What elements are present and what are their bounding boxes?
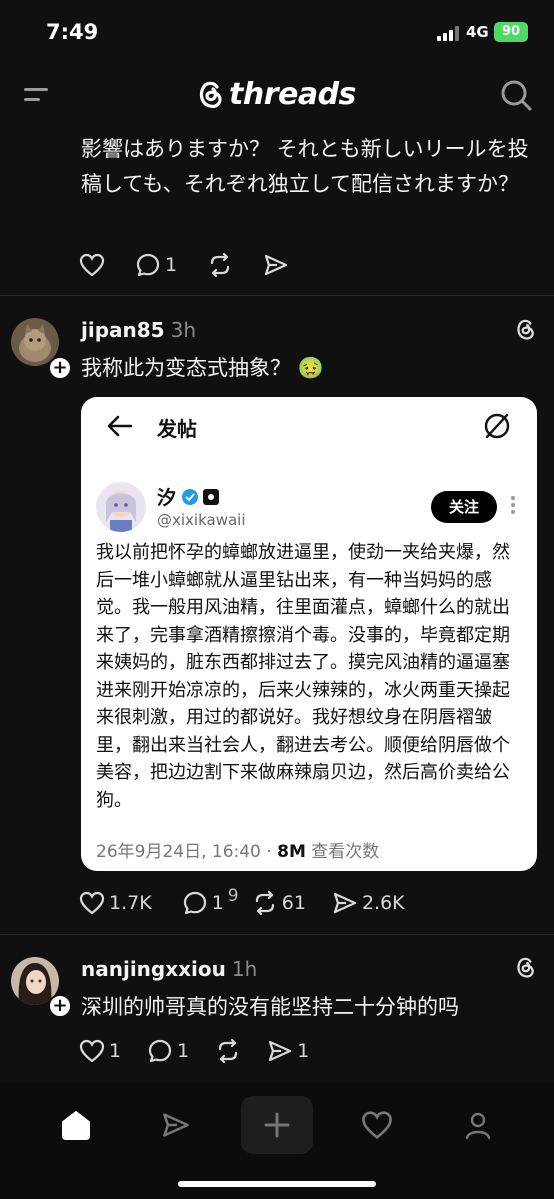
reply-count: 1 bbox=[177, 1040, 190, 1062]
tab-compose[interactable] bbox=[241, 1096, 313, 1154]
reply-button[interactable]: 1 bbox=[135, 252, 177, 278]
repost-icon bbox=[219, 1038, 238, 1064]
username[interactable]: jipan85 bbox=[81, 318, 165, 342]
divider bbox=[0, 295, 554, 296]
share-button[interactable]: 1 bbox=[267, 1038, 309, 1064]
post3-actions: 1 1 1 bbox=[79, 1038, 309, 1064]
tab-home[interactable] bbox=[54, 1103, 98, 1147]
home-indicator bbox=[178, 1181, 376, 1187]
post1-actions: 1 bbox=[79, 252, 319, 278]
embed-handle: @xixikawaii bbox=[157, 511, 246, 529]
comment-icon bbox=[136, 253, 160, 277]
top-bar: threads bbox=[0, 66, 554, 122]
heart-icon bbox=[79, 891, 105, 915]
embed-views-label: 查看次数 bbox=[311, 842, 380, 862]
share-button[interactable]: 2.6K bbox=[332, 890, 405, 916]
tab-profile[interactable] bbox=[456, 1103, 500, 1147]
like-count: 1.7K bbox=[109, 892, 152, 914]
post3-text: 深圳的帅哥真的没有能坚持二十分钟的吗 bbox=[81, 995, 459, 1019]
battery-level: 90 bbox=[501, 24, 521, 39]
post2-text: 我称此为变态式抽象？ 🤢 bbox=[81, 356, 324, 380]
comment-icon bbox=[183, 891, 206, 915]
like-button[interactable] bbox=[79, 253, 105, 277]
search-icon[interactable] bbox=[499, 78, 533, 112]
follow-plus-icon[interactable]: + bbox=[48, 356, 72, 380]
status-time: 7:49 bbox=[46, 20, 99, 44]
repost-button[interactable] bbox=[215, 1038, 241, 1064]
embed-meta: 26年9月24日, 16:40 · 8M 查看次数 bbox=[96, 842, 380, 862]
like-button[interactable]: 1.7K bbox=[79, 891, 152, 915]
heart-icon bbox=[79, 1039, 105, 1063]
heart-icon bbox=[79, 253, 105, 277]
repost-icon bbox=[255, 890, 274, 916]
share-count: 1 bbox=[297, 1040, 310, 1062]
profile-icon bbox=[465, 1112, 491, 1140]
comment-icon bbox=[148, 1039, 172, 1063]
embed-avatar bbox=[96, 482, 146, 532]
like-button[interactable]: 1 bbox=[79, 1039, 121, 1063]
threads-logo-icon bbox=[199, 81, 222, 108]
repost-count: 61 bbox=[281, 892, 306, 914]
embed-display-name: 汐 bbox=[157, 487, 177, 509]
send-icon bbox=[163, 1113, 189, 1137]
status-bar: 7:49 4G 90 bbox=[0, 0, 554, 62]
username[interactable]: nanjingxxiou bbox=[81, 957, 226, 981]
compose-icon bbox=[264, 1112, 290, 1138]
repost-button[interactable] bbox=[207, 252, 233, 278]
divider bbox=[0, 934, 554, 935]
home-icon bbox=[62, 1111, 90, 1140]
reply-button[interactable]: 1 9 bbox=[182, 886, 239, 916]
embed-body-text: 我以前把怀孕的蟑螂放进逼里，使劲一夹给夹爆，然后一堆小蟑螂就从逼里钻出来，有一种… bbox=[96, 542, 510, 811]
follow-button: 关注 bbox=[431, 491, 497, 523]
send-icon bbox=[264, 254, 288, 276]
like-count: 1 bbox=[109, 1040, 122, 1062]
send-icon bbox=[333, 892, 357, 914]
no-sync-icon bbox=[482, 411, 512, 445]
heart-icon bbox=[362, 1111, 392, 1140]
share-button[interactable] bbox=[263, 252, 289, 278]
battery-indicator: 90 bbox=[494, 22, 528, 42]
embed-title: 发帖 bbox=[157, 417, 197, 441]
post-username: jipan85 3h bbox=[81, 318, 196, 342]
embed-name: 汐 bbox=[157, 483, 220, 510]
threads-logo[interactable]: threads bbox=[195, 74, 356, 114]
tab-activity[interactable] bbox=[355, 1103, 399, 1147]
logo-text: threads bbox=[229, 76, 356, 112]
embed-date: 26年9月24日, 16:40 bbox=[96, 842, 261, 862]
app-badge-icon bbox=[203, 488, 220, 505]
embed-views-count: 8M bbox=[277, 842, 306, 862]
reply-count: 1 bbox=[211, 892, 224, 914]
signal-icon bbox=[437, 26, 461, 45]
network-label: 4G bbox=[466, 23, 489, 41]
repost-button[interactable]: 61 bbox=[252, 890, 306, 916]
verified-badge-icon bbox=[182, 488, 199, 505]
follow-plus-icon[interactable]: + bbox=[48, 994, 72, 1018]
post1-text: 影響はありますか？ それとも新しいリールを投稿しても、それぞれ独立して配信されま… bbox=[81, 137, 529, 196]
post-time: 1h bbox=[231, 957, 258, 981]
repost-icon bbox=[210, 252, 230, 278]
more-icon bbox=[510, 495, 516, 519]
post2-actions: 1.7K 1 9 61 2.6K bbox=[79, 886, 405, 916]
share-count: 2.6K bbox=[361, 892, 405, 914]
reply-button[interactable]: 1 bbox=[147, 1038, 189, 1064]
embedded-screenshot[interactable]: 发帖 汐 @xixikawaii 关注 我以前把怀孕的蟑螂放进逼里，使劲一夹给夹… bbox=[81, 397, 537, 871]
menu-icon[interactable] bbox=[22, 80, 52, 110]
reply-count: 1 bbox=[165, 254, 178, 276]
tab-messages[interactable] bbox=[154, 1103, 198, 1147]
back-arrow-icon bbox=[107, 415, 133, 441]
post-username: nanjingxxiou 1h bbox=[81, 957, 257, 981]
send-icon bbox=[269, 1040, 292, 1062]
reply-count-overlay: 9 bbox=[227, 886, 239, 906]
threads-icon[interactable] bbox=[512, 316, 538, 342]
threads-icon[interactable] bbox=[512, 954, 538, 980]
post-time: 3h bbox=[170, 318, 196, 342]
